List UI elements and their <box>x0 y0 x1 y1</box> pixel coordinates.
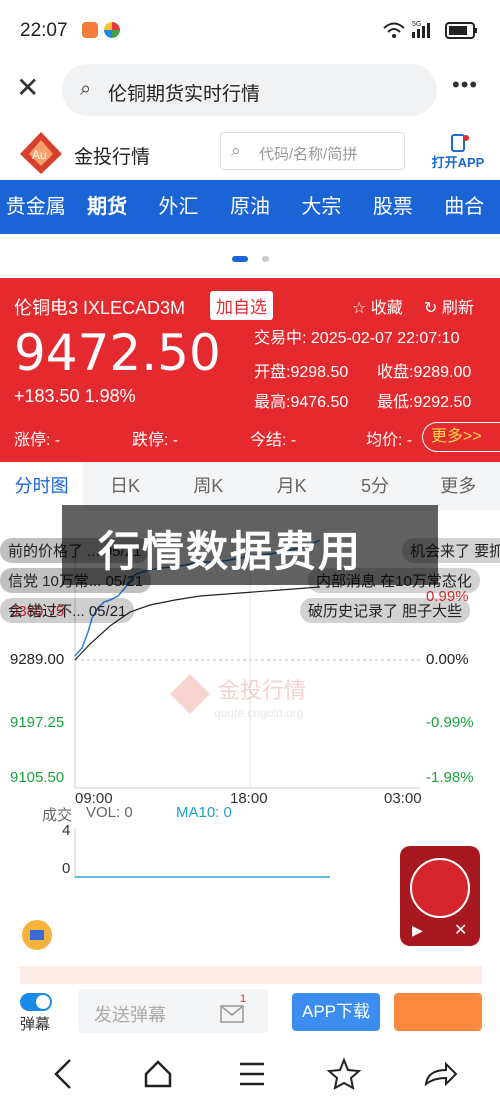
instrument-name: 伦铜电3 IXLECAD3M <box>14 298 186 318</box>
danmaku-toggle[interactable] <box>20 993 52 1011</box>
star-icon[interactable] <box>326 1057 362 1090</box>
pager-dot-active <box>232 256 248 262</box>
danmaku-label: 弹幕 <box>20 1016 51 1033</box>
tab-intraday[interactable]: 分时图 <box>0 462 84 510</box>
quote-panel: 伦铜电3 IXLECAD3M 加自选 ☆ 收藏 ↻ 刷新 9472.50 +18… <box>0 278 500 462</box>
danmaku-comment: 会 错过不... 05/21 <box>0 598 135 623</box>
radio-disc-icon <box>410 858 470 918</box>
site-header: Au 金投行情 ⌕ 代码/名称/简拼 打开APP <box>0 122 500 180</box>
open-app-button[interactable]: 打开APP <box>430 134 486 171</box>
open-app-label: 打开APP <box>431 155 485 170</box>
more-menu-icon[interactable]: ••• <box>452 72 478 98</box>
signal-icon: 5G <box>412 21 430 38</box>
play-icon[interactable]: ▶ <box>412 922 423 939</box>
chart-watermark: 金投行情 quote.cngold.org <box>170 674 306 720</box>
system-nav-bar <box>0 1040 500 1105</box>
tab-more[interactable]: 更多 <box>417 462 500 510</box>
battery-icon <box>445 22 477 39</box>
address-bar[interactable]: ⌕ 伦铜期货实时行情 <box>62 64 437 116</box>
address-query: 伦铜期货实时行情 <box>108 84 261 105</box>
promo-banner[interactable] <box>20 966 482 984</box>
category-tab[interactable]: 股票 <box>357 180 428 234</box>
trade-time: 交易中: 2025-02-07 22:07:10 <box>254 330 460 347</box>
share-icon[interactable] <box>424 1061 458 1087</box>
site-search-placeholder: 代码/名称/简拼 <box>259 146 358 163</box>
search-icon: ⌕ <box>80 78 92 100</box>
app-download-button[interactable]: APP下载 <box>292 993 380 1031</box>
message-badge: 1 <box>240 993 247 1005</box>
overlay-title: 行情数据费用 <box>98 528 363 575</box>
wifi-icon <box>383 22 405 38</box>
prev-close: 收盘:9289.00 <box>377 364 472 381</box>
danmaku-placeholder: 发送弹幕 <box>94 1005 166 1025</box>
y-right-label: 0.00% <box>426 651 469 668</box>
browser-bar: ✕ ⌕ 伦铜期货实时行情 ••• <box>0 62 500 120</box>
low-price: 最低:9292.50 <box>377 394 472 411</box>
svg-text:金投行情: 金投行情 <box>218 678 306 703</box>
y-right-label: -0.99% <box>426 714 474 731</box>
category-tab[interactable]: 贵金属 <box>0 180 71 234</box>
avg-price: 均价: - <box>366 432 413 449</box>
category-tab[interactable]: 曲合 <box>429 180 500 234</box>
refresh-button[interactable]: ↻ 刷新 <box>424 294 474 318</box>
close-icon[interactable]: ✕ <box>16 74 44 102</box>
pager-dot <box>262 256 269 262</box>
category-tab[interactable]: 大宗 <box>286 180 357 234</box>
search-icon: ⌕ <box>231 141 241 160</box>
tab-5min[interactable]: 5分 <box>333 462 416 510</box>
high-price: 最高:9476.50 <box>254 394 349 411</box>
site-search-input[interactable]: ⌕ 代码/名称/简拼 <box>220 132 405 170</box>
danmaku-bar: 弹幕 发送弹幕 1 APP下载 <box>0 985 500 1037</box>
more-button[interactable]: 更多>> <box>422 422 500 452</box>
favorite-button[interactable]: ☆ 收藏 <box>352 294 403 318</box>
status-bar: 22:07 5G <box>0 0 500 62</box>
status-time: 22:07 <box>20 20 68 41</box>
status-indicators: 5G <box>383 21 477 39</box>
svg-text:Au: Au <box>32 148 47 162</box>
category-tab[interactable]: 原油 <box>214 180 285 234</box>
y-right-label: -1.98% <box>426 769 474 786</box>
site-logo[interactable]: Au <box>18 130 64 176</box>
radio-widget[interactable]: ▶ ✕ <box>400 846 480 946</box>
tab-daily[interactable]: 日K <box>83 462 166 510</box>
y-left-label: 9289.00 <box>10 651 65 668</box>
settle-price: 今结: - <box>250 432 297 449</box>
back-icon[interactable] <box>54 1059 71 1089</box>
y-left-label: 9105.50 <box>10 769 65 786</box>
danmaku-comment: 破历史记录了 胆子大些 <box>300 598 471 623</box>
tab-monthly[interactable]: 月K <box>250 462 333 510</box>
chart-tabs: 分时图 日K 周K 月K 5分 更多 <box>0 462 500 510</box>
app-icon <box>104 22 120 38</box>
category-tab-active[interactable]: 期货 <box>71 180 142 234</box>
y-left-label: 9197.25 <box>10 714 65 731</box>
svg-text:5G: 5G <box>412 21 421 28</box>
limit-down: 跌停: - <box>132 432 179 449</box>
danmaku-input[interactable]: 发送弹幕 1 <box>78 989 268 1033</box>
limit-up: 涨停: - <box>14 432 61 449</box>
add-watchlist-button[interactable]: 加自选 <box>210 291 273 320</box>
home-icon[interactable] <box>144 1060 172 1088</box>
open-price: 开盘:9298.50 <box>254 364 349 381</box>
last-price: 9472.50 <box>14 324 221 382</box>
price-change: +183.50 1.98% <box>14 386 136 406</box>
promo-button[interactable] <box>394 993 482 1031</box>
category-tab[interactable]: 外汇 <box>143 180 214 234</box>
close-icon[interactable]: ✕ <box>454 920 467 940</box>
notification-icon <box>82 22 98 38</box>
tab-weekly[interactable]: 周K <box>167 462 250 510</box>
menu-icon[interactable] <box>240 1062 264 1086</box>
site-brand: 金投行情 <box>74 147 151 168</box>
svg-text:quote.cngold.org: quote.cngold.org <box>214 706 303 720</box>
category-nav: 贵金属 期货 外汇 原油 大宗 股票 曲合 <box>0 180 500 234</box>
phone-icon <box>451 134 469 152</box>
mascot-icon <box>22 920 52 950</box>
